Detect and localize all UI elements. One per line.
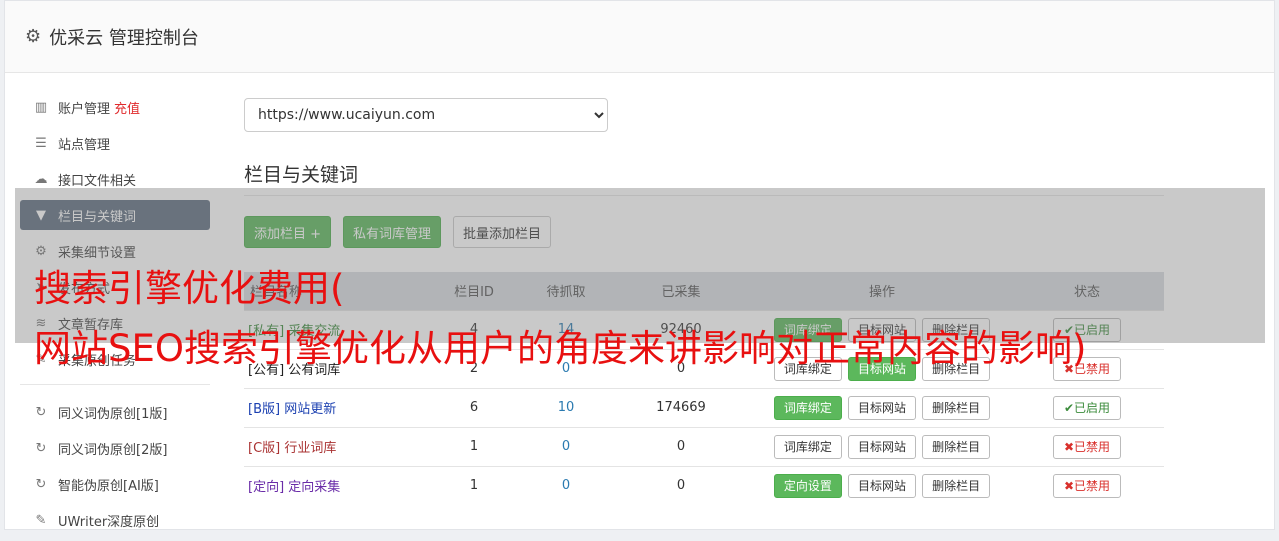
site-select[interactable]: https://www.ucaiyun.com xyxy=(244,98,608,132)
column-tag: [B版] xyxy=(248,402,281,417)
pending-count[interactable]: 0 xyxy=(524,426,608,466)
status-label: 已启用 xyxy=(1074,400,1111,415)
column-id: 1 xyxy=(424,426,524,466)
column-name-cell[interactable]: [B版] 网站更新 xyxy=(244,387,424,427)
pencil-icon: ✎ xyxy=(35,512,47,528)
collected-count: 174669 xyxy=(608,387,754,427)
sidebar-item-label: 智能伪原创[AI版] xyxy=(58,478,159,494)
column-tag: [定向] xyxy=(248,480,285,496)
delete-column-button[interactable]: 删除栏目 xyxy=(922,395,991,420)
app-header: ⚙ 优采云 管理控制台 xyxy=(5,1,1274,73)
sidebar-item-label: 接口文件相关 xyxy=(58,173,137,189)
server-icon: ☰ xyxy=(35,135,47,151)
column-id: 6 xyxy=(424,387,524,427)
status-label: 已禁用 xyxy=(1074,478,1111,493)
sidebar-divider xyxy=(20,384,210,385)
table-row: [C版] 行业词库 1 0 0 词库绑定 目标网站 删除栏目 ✖已禁用 xyxy=(244,426,1164,466)
actions-cell: 词库绑定 目标网站 删除栏目 xyxy=(754,426,1010,466)
target-site-button[interactable]: 目标网站 xyxy=(847,434,916,459)
delete-column-button[interactable]: 删除栏目 xyxy=(922,434,991,459)
app-title: 优采云 管理控制台 xyxy=(49,27,199,49)
sidebar-item-label: 站点管理 xyxy=(58,137,111,153)
overlay-headline-line2: 网站SEO搜索引擎优化从用户的角度来讲影响对正常内容的影响) xyxy=(34,327,1087,370)
status-cell: ✔已启用 xyxy=(1010,387,1164,427)
refresh-icon: ↻ xyxy=(35,404,47,420)
actions-cell: 定向设置 目标网站 删除栏目 xyxy=(754,465,1010,505)
sidebar-item-label: 账户管理 xyxy=(58,101,111,117)
gear-icon: ⚙ xyxy=(25,26,42,47)
delete-column-button[interactable]: 删除栏目 xyxy=(922,473,991,498)
column-name: 网站更新 xyxy=(284,402,337,417)
sidebar-item-ai-rewrite[interactable]: ↻ 智能伪原创[AI版] xyxy=(20,469,210,499)
status-toggle[interactable]: ✔已启用 xyxy=(1052,395,1122,420)
sidebar-item-synonym-v1[interactable]: ↻ 同义词伪原创[1版] xyxy=(20,397,210,427)
close-icon: ✖ xyxy=(1063,478,1075,493)
column-name-cell[interactable]: [C版] 行业词库 xyxy=(244,426,424,466)
bind-lexicon-button[interactable]: 词库绑定 xyxy=(773,395,842,420)
status-cell: ✖已禁用 xyxy=(1010,465,1164,505)
sidebar-item-sites[interactable]: ☰ 站点管理 xyxy=(20,128,210,158)
overlay-band xyxy=(15,188,1265,343)
sidebar-item-uwriter[interactable]: ✎ UWriter深度原创 xyxy=(20,505,210,535)
check-icon: ✔ xyxy=(1063,400,1075,415)
close-icon: ✖ xyxy=(1063,439,1075,454)
target-site-button[interactable]: 目标网站 xyxy=(847,395,916,420)
overlay-headline-line1: 搜索引擎优化费用( xyxy=(34,267,345,310)
actions-cell: 词库绑定 目标网站 删除栏目 xyxy=(754,387,1010,427)
pending-count[interactable]: 0 xyxy=(524,465,608,505)
column-name-cell[interactable]: [定向] 定向采集 xyxy=(244,465,424,505)
bind-lexicon-button[interactable]: 词库绑定 xyxy=(773,434,842,459)
recharge-link[interactable]: 充值 xyxy=(114,98,140,117)
bar-chart-icon: ▥ xyxy=(34,99,48,115)
table-row: [B版] 网站更新 6 10 174669 词库绑定 目标网站 删除栏目 ✔已启… xyxy=(244,387,1164,427)
status-toggle[interactable]: ✖已禁用 xyxy=(1052,434,1122,459)
column-name: 行业词库 xyxy=(284,441,337,456)
cloud-upload-icon: ☁ xyxy=(34,171,48,187)
directed-settings-button[interactable]: 定向设置 xyxy=(773,473,842,498)
sidebar-item-label: 同义词伪原创[2版] xyxy=(58,442,168,458)
refresh-icon: ↻ xyxy=(35,476,47,492)
target-site-button[interactable]: 目标网站 xyxy=(847,473,916,498)
status-toggle[interactable]: ✖已禁用 xyxy=(1052,473,1122,498)
sidebar-item-synonym-v2[interactable]: ↻ 同义词伪原创[2版] xyxy=(20,433,210,463)
sidebar-item-label: 同义词伪原创[1版] xyxy=(58,406,168,422)
status-cell: ✖已禁用 xyxy=(1010,426,1164,466)
collected-count: 0 xyxy=(608,426,754,466)
column-name: 定向采集 xyxy=(288,480,341,496)
pending-count[interactable]: 10 xyxy=(524,387,608,427)
status-label: 已禁用 xyxy=(1074,439,1111,454)
collected-count: 0 xyxy=(608,465,754,505)
sidebar-item-account[interactable]: ▥ 账户管理 充值 xyxy=(20,92,210,122)
column-tag: [C版] xyxy=(248,441,281,456)
refresh-icon: ↻ xyxy=(35,440,47,456)
table-row: [定向] 定向采集 1 0 0 定向设置 目标网站 删除栏目 ✖已禁用 xyxy=(244,465,1164,505)
sidebar-item-label: UWriter深度原创 xyxy=(58,514,160,530)
column-id: 1 xyxy=(424,465,524,505)
